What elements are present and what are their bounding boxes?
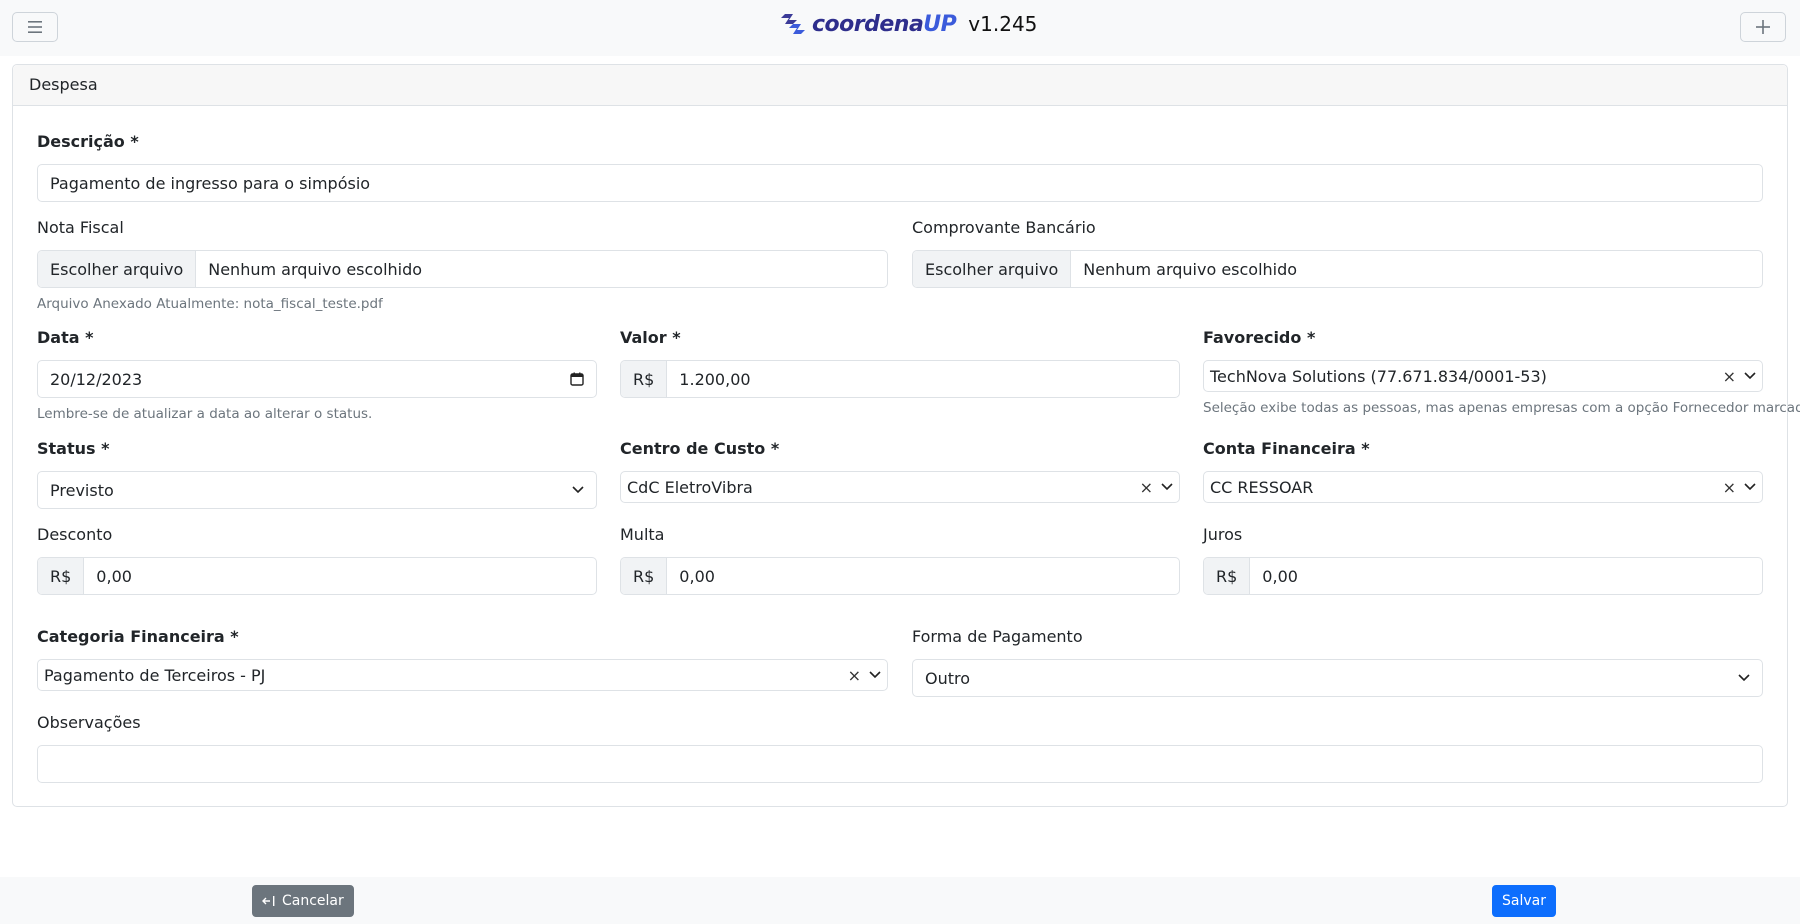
forma-pagamento-select[interactable]: Outro bbox=[912, 659, 1763, 697]
cancel-button-label: Cancelar bbox=[282, 893, 344, 909]
clear-icon[interactable]: × bbox=[1723, 478, 1736, 497]
desconto-field: Desconto R$ 0,00 bbox=[37, 525, 597, 595]
hamburger-icon bbox=[28, 21, 42, 33]
descricao-input[interactable]: Pagamento de ingresso para o simpósio bbox=[37, 164, 1763, 202]
observacoes-field: Observações bbox=[37, 713, 1763, 783]
nota-fiscal-file-input[interactable]: Escolher arquivo Nenhum arquivo escolhid… bbox=[37, 250, 888, 288]
multa-label: Multa bbox=[620, 525, 665, 544]
observacoes-input[interactable] bbox=[37, 745, 1763, 783]
categoria-label: Categoria Financeira * bbox=[37, 627, 239, 646]
arrow-left-to-bar-icon bbox=[262, 896, 275, 906]
forma-pagamento-field: Forma de Pagamento Outro bbox=[912, 627, 1763, 697]
chevron-down-icon[interactable] bbox=[1744, 372, 1756, 380]
status-select[interactable]: Previsto bbox=[37, 471, 597, 509]
currency-prefix: R$ bbox=[621, 558, 668, 594]
comprovante-file-input[interactable]: Escolher arquivo Nenhum arquivo escolhid… bbox=[912, 250, 1763, 288]
nota-fiscal-choose-button[interactable]: Escolher arquivo bbox=[38, 251, 197, 287]
valor-input[interactable]: R$ 1.200,00 bbox=[620, 360, 1180, 398]
chevron-down-icon[interactable] bbox=[869, 671, 881, 679]
status-field: Status * Previsto bbox=[37, 439, 597, 509]
bottom-action-bar: Cancelar Salvar bbox=[0, 877, 1800, 924]
favorecido-select[interactable]: TechNova Solutions (77.671.834/0001-53) … bbox=[1203, 360, 1763, 392]
brand[interactable]: coordenaUP v1.245 bbox=[780, 8, 1037, 40]
save-button[interactable]: Salvar bbox=[1492, 885, 1556, 917]
observacoes-label: Observações bbox=[37, 713, 141, 732]
status-label: Status * bbox=[37, 439, 110, 458]
app-version: v1.245 bbox=[968, 12, 1038, 36]
currency-prefix: R$ bbox=[38, 558, 85, 594]
data-field: Data * 20/12/2023 Lembre-se de atualizar… bbox=[37, 328, 597, 422]
comprovante-field: Comprovante Bancário Escolher arquivo Ne… bbox=[912, 218, 1763, 288]
juros-field: Juros R$ 0,00 bbox=[1203, 525, 1763, 595]
categoria-field: Categoria Financeira * Pagamento de Terc… bbox=[37, 627, 888, 691]
currency-prefix: R$ bbox=[621, 361, 668, 397]
nota-fiscal-file-name: Nenhum arquivo escolhido bbox=[208, 259, 423, 279]
centro-custo-field: Centro de Custo * CdC EletroVibra × bbox=[620, 439, 1180, 503]
chevron-down-icon bbox=[572, 486, 584, 494]
conta-financeira-field: Conta Financeira * CC RESSOAR × bbox=[1203, 439, 1763, 503]
chevron-down-icon[interactable] bbox=[1161, 483, 1173, 491]
plus-icon bbox=[1756, 20, 1770, 34]
conta-financeira-label: Conta Financeira * bbox=[1203, 439, 1370, 458]
favorecido-label: Favorecido * bbox=[1203, 328, 1316, 347]
conta-financeira-select[interactable]: CC RESSOAR × bbox=[1203, 471, 1763, 503]
add-button[interactable] bbox=[1740, 12, 1786, 42]
clear-icon[interactable]: × bbox=[1140, 478, 1153, 497]
comprovante-label: Comprovante Bancário bbox=[912, 218, 1096, 237]
descricao-label: Descrição * bbox=[37, 132, 139, 151]
valor-label: Valor * bbox=[620, 328, 681, 347]
favorecido-hint: Seleção exibe todas as pessoas, mas apen… bbox=[1203, 400, 1800, 416]
logo-icon bbox=[781, 14, 805, 34]
data-input[interactable]: 20/12/2023 bbox=[37, 360, 597, 398]
centro-custo-label: Centro de Custo * bbox=[620, 439, 780, 458]
currency-prefix: R$ bbox=[1204, 558, 1251, 594]
comprovante-choose-button[interactable]: Escolher arquivo bbox=[913, 251, 1072, 287]
juros-input[interactable]: R$ 0,00 bbox=[1203, 557, 1763, 595]
nota-fiscal-field: Nota Fiscal Escolher arquivo Nenhum arqu… bbox=[37, 218, 888, 312]
calendar-icon[interactable] bbox=[570, 372, 584, 386]
card-title: Despesa bbox=[13, 65, 1787, 106]
chevron-down-icon[interactable] bbox=[1744, 483, 1756, 491]
desconto-input[interactable]: R$ 0,00 bbox=[37, 557, 597, 595]
multa-field: Multa R$ 0,00 bbox=[620, 525, 1180, 595]
forma-pagamento-label: Forma de Pagamento bbox=[912, 627, 1083, 646]
clear-icon[interactable]: × bbox=[1723, 367, 1736, 386]
centro-custo-select[interactable]: CdC EletroVibra × bbox=[620, 471, 1180, 503]
juros-label: Juros bbox=[1203, 525, 1243, 544]
nota-fiscal-hint: Arquivo Anexado Atualmente: nota_fiscal_… bbox=[37, 296, 383, 312]
menu-toggle-button[interactable] bbox=[12, 12, 58, 42]
cancel-button[interactable]: Cancelar bbox=[252, 885, 354, 917]
descricao-field: Descrição * Pagamento de ingresso para o… bbox=[37, 132, 1763, 202]
categoria-select[interactable]: Pagamento de Terceiros - PJ × bbox=[37, 659, 888, 691]
expense-form-card: Despesa Descrição * Pagamento de ingress… bbox=[12, 64, 1800, 807]
save-button-label: Salvar bbox=[1502, 893, 1546, 909]
brand-name: coordenaUP bbox=[812, 11, 957, 37]
top-navbar: coordenaUP v1.245 bbox=[0, 0, 1800, 56]
valor-field: Valor * R$ 1.200,00 bbox=[620, 328, 1180, 398]
nota-fiscal-label: Nota Fiscal bbox=[37, 218, 124, 237]
data-hint: Lembre-se de atualizar a data ao alterar… bbox=[37, 406, 373, 422]
desconto-label: Desconto bbox=[37, 525, 113, 544]
data-label: Data * bbox=[37, 328, 94, 347]
favorecido-field: Favorecido * TechNova Solutions (77.671.… bbox=[1203, 328, 1800, 416]
multa-input[interactable]: R$ 0,00 bbox=[620, 557, 1180, 595]
clear-icon[interactable]: × bbox=[848, 666, 861, 685]
comprovante-file-name: Nenhum arquivo escolhido bbox=[1083, 259, 1298, 279]
chevron-down-icon bbox=[1738, 674, 1750, 682]
